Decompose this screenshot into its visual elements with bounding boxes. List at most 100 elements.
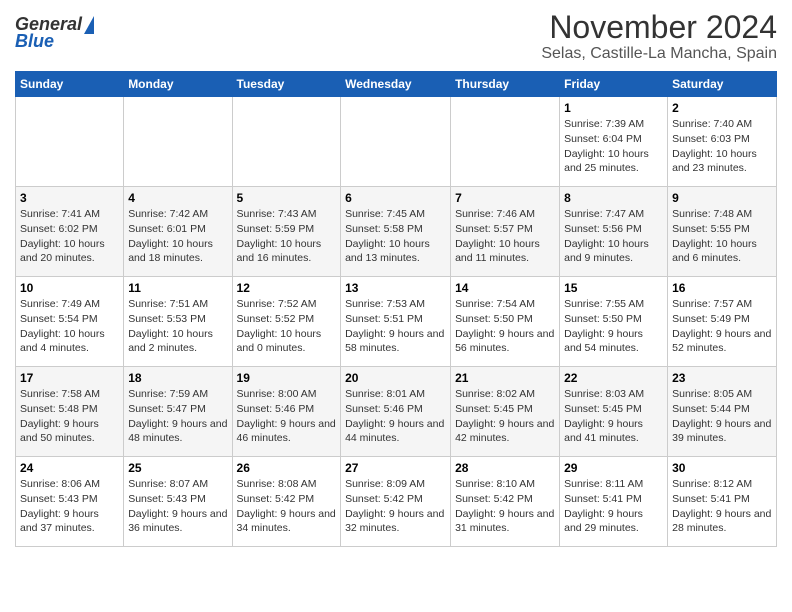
day-number: 21 xyxy=(455,371,555,385)
calendar-cell: 24 Sunrise: 8:06 AMSunset: 5:43 PMDayligh… xyxy=(16,457,124,547)
calendar-cell: 16 Sunrise: 7:57 AMSunset: 5:49 PMDayligh… xyxy=(668,277,777,367)
header-row: Sunday Monday Tuesday Wednesday Thursday… xyxy=(16,72,777,97)
calendar-cell xyxy=(451,97,560,187)
day-info: Sunrise: 7:40 AMSunset: 6:03 PMDaylight:… xyxy=(672,117,772,176)
calendar-cell xyxy=(232,97,341,187)
day-info: Sunrise: 8:01 AMSunset: 5:46 PMDaylight:… xyxy=(345,387,446,446)
calendar-cell xyxy=(124,97,232,187)
calendar-week-1: 1 Sunrise: 7:39 AMSunset: 6:04 PMDaylight… xyxy=(16,97,777,187)
day-number: 9 xyxy=(672,191,772,205)
header-thursday: Thursday xyxy=(451,72,560,97)
calendar-cell: 30Sunrise: 8:12 AMSunset: 5:41 PMDayligh… xyxy=(668,457,777,547)
day-info: Sunrise: 7:43 AMSunset: 5:59 PMDaylight:… xyxy=(237,207,337,266)
day-number: 1 xyxy=(564,101,663,115)
day-info: Sunrise: 7:52 AMSunset: 5:52 PMDaylight:… xyxy=(237,297,337,356)
calendar-cell: 3Sunrise: 7:41 AMSunset: 6:02 PMDaylight… xyxy=(16,187,124,277)
day-info: Sunrise: 8:08 AMSunset: 5:42 PMDaylight:… xyxy=(237,477,337,536)
day-info: Sunrise: 7:45 AMSunset: 5:58 PMDaylight:… xyxy=(345,207,446,266)
header-sunday: Sunday xyxy=(16,72,124,97)
calendar-cell: 27Sunrise: 8:09 AMSunset: 5:42 PMDayligh… xyxy=(341,457,451,547)
calendar-header: Sunday Monday Tuesday Wednesday Thursday… xyxy=(16,72,777,97)
calendar-cell: 21 Sunrise: 8:02 AMSunset: 5:45 PMDayligh… xyxy=(451,367,560,457)
location-subtitle: Selas, Castille-La Mancha, Spain xyxy=(541,45,777,63)
calendar-cell: 8 Sunrise: 7:47 AMSunset: 5:56 PMDaylight… xyxy=(560,187,668,277)
day-info: Sunrise: 7:51 AMSunset: 5:53 PMDaylight:… xyxy=(128,297,227,356)
day-number: 28 xyxy=(455,461,555,475)
page-container: General Blue November 2024 Selas, Castil… xyxy=(0,0,792,557)
day-number: 4 xyxy=(128,191,227,205)
calendar-cell: 5Sunrise: 7:43 AMSunset: 5:59 PMDaylight… xyxy=(232,187,341,277)
calendar-cell: 7 Sunrise: 7:46 AMSunset: 5:57 PMDaylight… xyxy=(451,187,560,277)
day-info: Sunrise: 8:00 AMSunset: 5:46 PMDaylight:… xyxy=(237,387,337,446)
day-number: 15 xyxy=(564,281,663,295)
calendar-cell: 18 Sunrise: 7:59 AMSunset: 5:47 PMDayligh… xyxy=(124,367,232,457)
calendar-week-4: 17 Sunrise: 7:58 AMSunset: 5:48 PMDayligh… xyxy=(16,367,777,457)
month-title: November 2024 xyxy=(541,10,777,45)
calendar-cell: 1 Sunrise: 7:39 AMSunset: 6:04 PMDaylight… xyxy=(560,97,668,187)
day-info: Sunrise: 8:11 AMSunset: 5:41 PMDaylight:… xyxy=(564,477,663,536)
day-number: 26 xyxy=(237,461,337,475)
header-wednesday: Wednesday xyxy=(341,72,451,97)
calendar-cell: 4 Sunrise: 7:42 AMSunset: 6:01 PMDaylight… xyxy=(124,187,232,277)
day-number: 7 xyxy=(455,191,555,205)
day-number: 19 xyxy=(237,371,337,385)
day-number: 18 xyxy=(128,371,227,385)
header-friday: Friday xyxy=(560,72,668,97)
calendar-cell: 13Sunrise: 7:53 AMSunset: 5:51 PMDayligh… xyxy=(341,277,451,367)
day-info: Sunrise: 7:57 AMSunset: 5:49 PMDaylight:… xyxy=(672,297,772,356)
day-info: Sunrise: 7:58 AMSunset: 5:48 PMDaylight:… xyxy=(20,387,119,446)
header-tuesday: Tuesday xyxy=(232,72,341,97)
day-info: Sunrise: 7:41 AMSunset: 6:02 PMDaylight:… xyxy=(20,207,119,266)
day-number: 11 xyxy=(128,281,227,295)
day-number: 2 xyxy=(672,101,772,115)
day-info: Sunrise: 8:03 AMSunset: 5:45 PMDaylight:… xyxy=(564,387,663,446)
day-info: Sunrise: 7:59 AMSunset: 5:47 PMDaylight:… xyxy=(128,387,227,446)
day-info: Sunrise: 7:47 AMSunset: 5:56 PMDaylight:… xyxy=(564,207,663,266)
header-monday: Monday xyxy=(124,72,232,97)
day-number: 16 xyxy=(672,281,772,295)
day-info: Sunrise: 7:54 AMSunset: 5:50 PMDaylight:… xyxy=(455,297,555,356)
day-number: 24 xyxy=(20,461,119,475)
logo: General Blue xyxy=(15,14,94,52)
calendar-cell: 12 Sunrise: 7:52 AMSunset: 5:52 PMDayligh… xyxy=(232,277,341,367)
calendar-cell xyxy=(16,97,124,187)
calendar-cell: 20Sunrise: 8:01 AMSunset: 5:46 PMDayligh… xyxy=(341,367,451,457)
calendar-cell: 10Sunrise: 7:49 AMSunset: 5:54 PMDayligh… xyxy=(16,277,124,367)
calendar-cell: 2 Sunrise: 7:40 AMSunset: 6:03 PMDaylight… xyxy=(668,97,777,187)
day-info: Sunrise: 7:42 AMSunset: 6:01 PMDaylight:… xyxy=(128,207,227,266)
day-number: 12 xyxy=(237,281,337,295)
day-info: Sunrise: 8:06 AMSunset: 5:43 PMDaylight:… xyxy=(20,477,119,536)
header-saturday: Saturday xyxy=(668,72,777,97)
day-info: Sunrise: 8:05 AMSunset: 5:44 PMDaylight:… xyxy=(672,387,772,446)
calendar-cell: 26 Sunrise: 8:08 AMSunset: 5:42 PMDayligh… xyxy=(232,457,341,547)
calendar-cell xyxy=(341,97,451,187)
title-block: November 2024 Selas, Castille-La Mancha,… xyxy=(541,10,777,63)
calendar-cell: 25Sunrise: 8:07 AMSunset: 5:43 PMDayligh… xyxy=(124,457,232,547)
logo-blue: Blue xyxy=(15,31,54,52)
day-info: Sunrise: 8:09 AMSunset: 5:42 PMDaylight:… xyxy=(345,477,446,536)
calendar-cell: 9 Sunrise: 7:48 AMSunset: 5:55 PMDaylight… xyxy=(668,187,777,277)
day-number: 8 xyxy=(564,191,663,205)
header: General Blue November 2024 Selas, Castil… xyxy=(15,10,777,63)
day-info: Sunrise: 7:39 AMSunset: 6:04 PMDaylight:… xyxy=(564,117,663,176)
calendar-cell: 28 Sunrise: 8:10 AMSunset: 5:42 PMDayligh… xyxy=(451,457,560,547)
calendar-cell: 11 Sunrise: 7:51 AMSunset: 5:53 PMDayligh… xyxy=(124,277,232,367)
calendar-cell: 23Sunrise: 8:05 AMSunset: 5:44 PMDayligh… xyxy=(668,367,777,457)
calendar-week-2: 3Sunrise: 7:41 AMSunset: 6:02 PMDaylight… xyxy=(16,187,777,277)
day-info: Sunrise: 7:46 AMSunset: 5:57 PMDaylight:… xyxy=(455,207,555,266)
day-number: 17 xyxy=(20,371,119,385)
day-info: Sunrise: 7:55 AMSunset: 5:50 PMDaylight:… xyxy=(564,297,663,356)
calendar-week-3: 10Sunrise: 7:49 AMSunset: 5:54 PMDayligh… xyxy=(16,277,777,367)
day-info: Sunrise: 8:10 AMSunset: 5:42 PMDaylight:… xyxy=(455,477,555,536)
day-number: 13 xyxy=(345,281,446,295)
day-number: 10 xyxy=(20,281,119,295)
day-number: 29 xyxy=(564,461,663,475)
day-info: Sunrise: 8:02 AMSunset: 5:45 PMDaylight:… xyxy=(455,387,555,446)
day-number: 6 xyxy=(345,191,446,205)
day-number: 22 xyxy=(564,371,663,385)
calendar-cell: 29 Sunrise: 8:11 AMSunset: 5:41 PMDayligh… xyxy=(560,457,668,547)
calendar-cell: 6 Sunrise: 7:45 AMSunset: 5:58 PMDaylight… xyxy=(341,187,451,277)
day-number: 14 xyxy=(455,281,555,295)
day-info: Sunrise: 7:48 AMSunset: 5:55 PMDaylight:… xyxy=(672,207,772,266)
calendar-cell: 19 Sunrise: 8:00 AMSunset: 5:46 PMDayligh… xyxy=(232,367,341,457)
